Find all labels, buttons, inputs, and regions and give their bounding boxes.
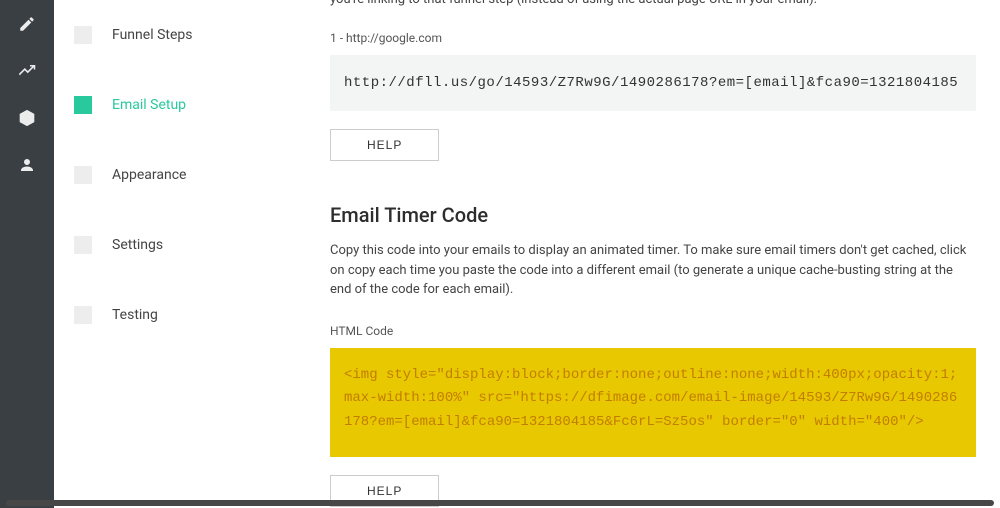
dark-sidebar (0, 0, 54, 508)
nav-square-icon (74, 26, 92, 44)
chart-icon[interactable] (18, 62, 36, 84)
nav-square-icon (74, 96, 92, 114)
nav-item-appearance[interactable]: Appearance (54, 140, 306, 210)
html-code-label: HTML Code (330, 324, 976, 338)
hexagon-icon[interactable] (18, 109, 36, 131)
nav-square-icon (74, 166, 92, 184)
email-timer-description: Copy this code into your emails to displ… (330, 241, 976, 300)
secondary-nav: Funnel Steps Email Setup Appearance Sett… (54, 0, 306, 508)
link-list-label: 1 - http://google.com (330, 31, 976, 45)
nav-item-testing[interactable]: Testing (54, 280, 306, 350)
nav-label: Email Setup (112, 97, 186, 113)
email-timer-title: Email Timer Code (330, 203, 976, 227)
nav-label: Funnel Steps (112, 27, 192, 43)
nav-item-email-setup[interactable]: Email Setup (54, 70, 306, 140)
funnel-link-code-box[interactable]: http://dfll.us/go/14593/Z7Rw9G/149028617… (330, 55, 976, 111)
nav-item-funnel-steps[interactable]: Funnel Steps (54, 0, 306, 70)
pencil-icon[interactable] (18, 15, 36, 37)
nav-label: Testing (112, 307, 158, 323)
main-content: you're linking to that funnel step (inst… (306, 0, 1000, 508)
nav-square-icon (74, 306, 92, 324)
horizontal-scrollbar[interactable] (6, 500, 994, 506)
nav-square-icon (74, 236, 92, 254)
nav-label: Settings (112, 237, 163, 253)
help-button[interactable]: HELP (330, 129, 439, 161)
truncated-description: you're linking to that funnel step (inst… (330, 0, 976, 7)
nav-item-settings[interactable]: Settings (54, 210, 306, 280)
user-icon[interactable] (18, 156, 36, 178)
email-timer-code-box[interactable]: <img style="display:block;border:none;ou… (330, 348, 976, 457)
nav-label: Appearance (112, 167, 186, 183)
